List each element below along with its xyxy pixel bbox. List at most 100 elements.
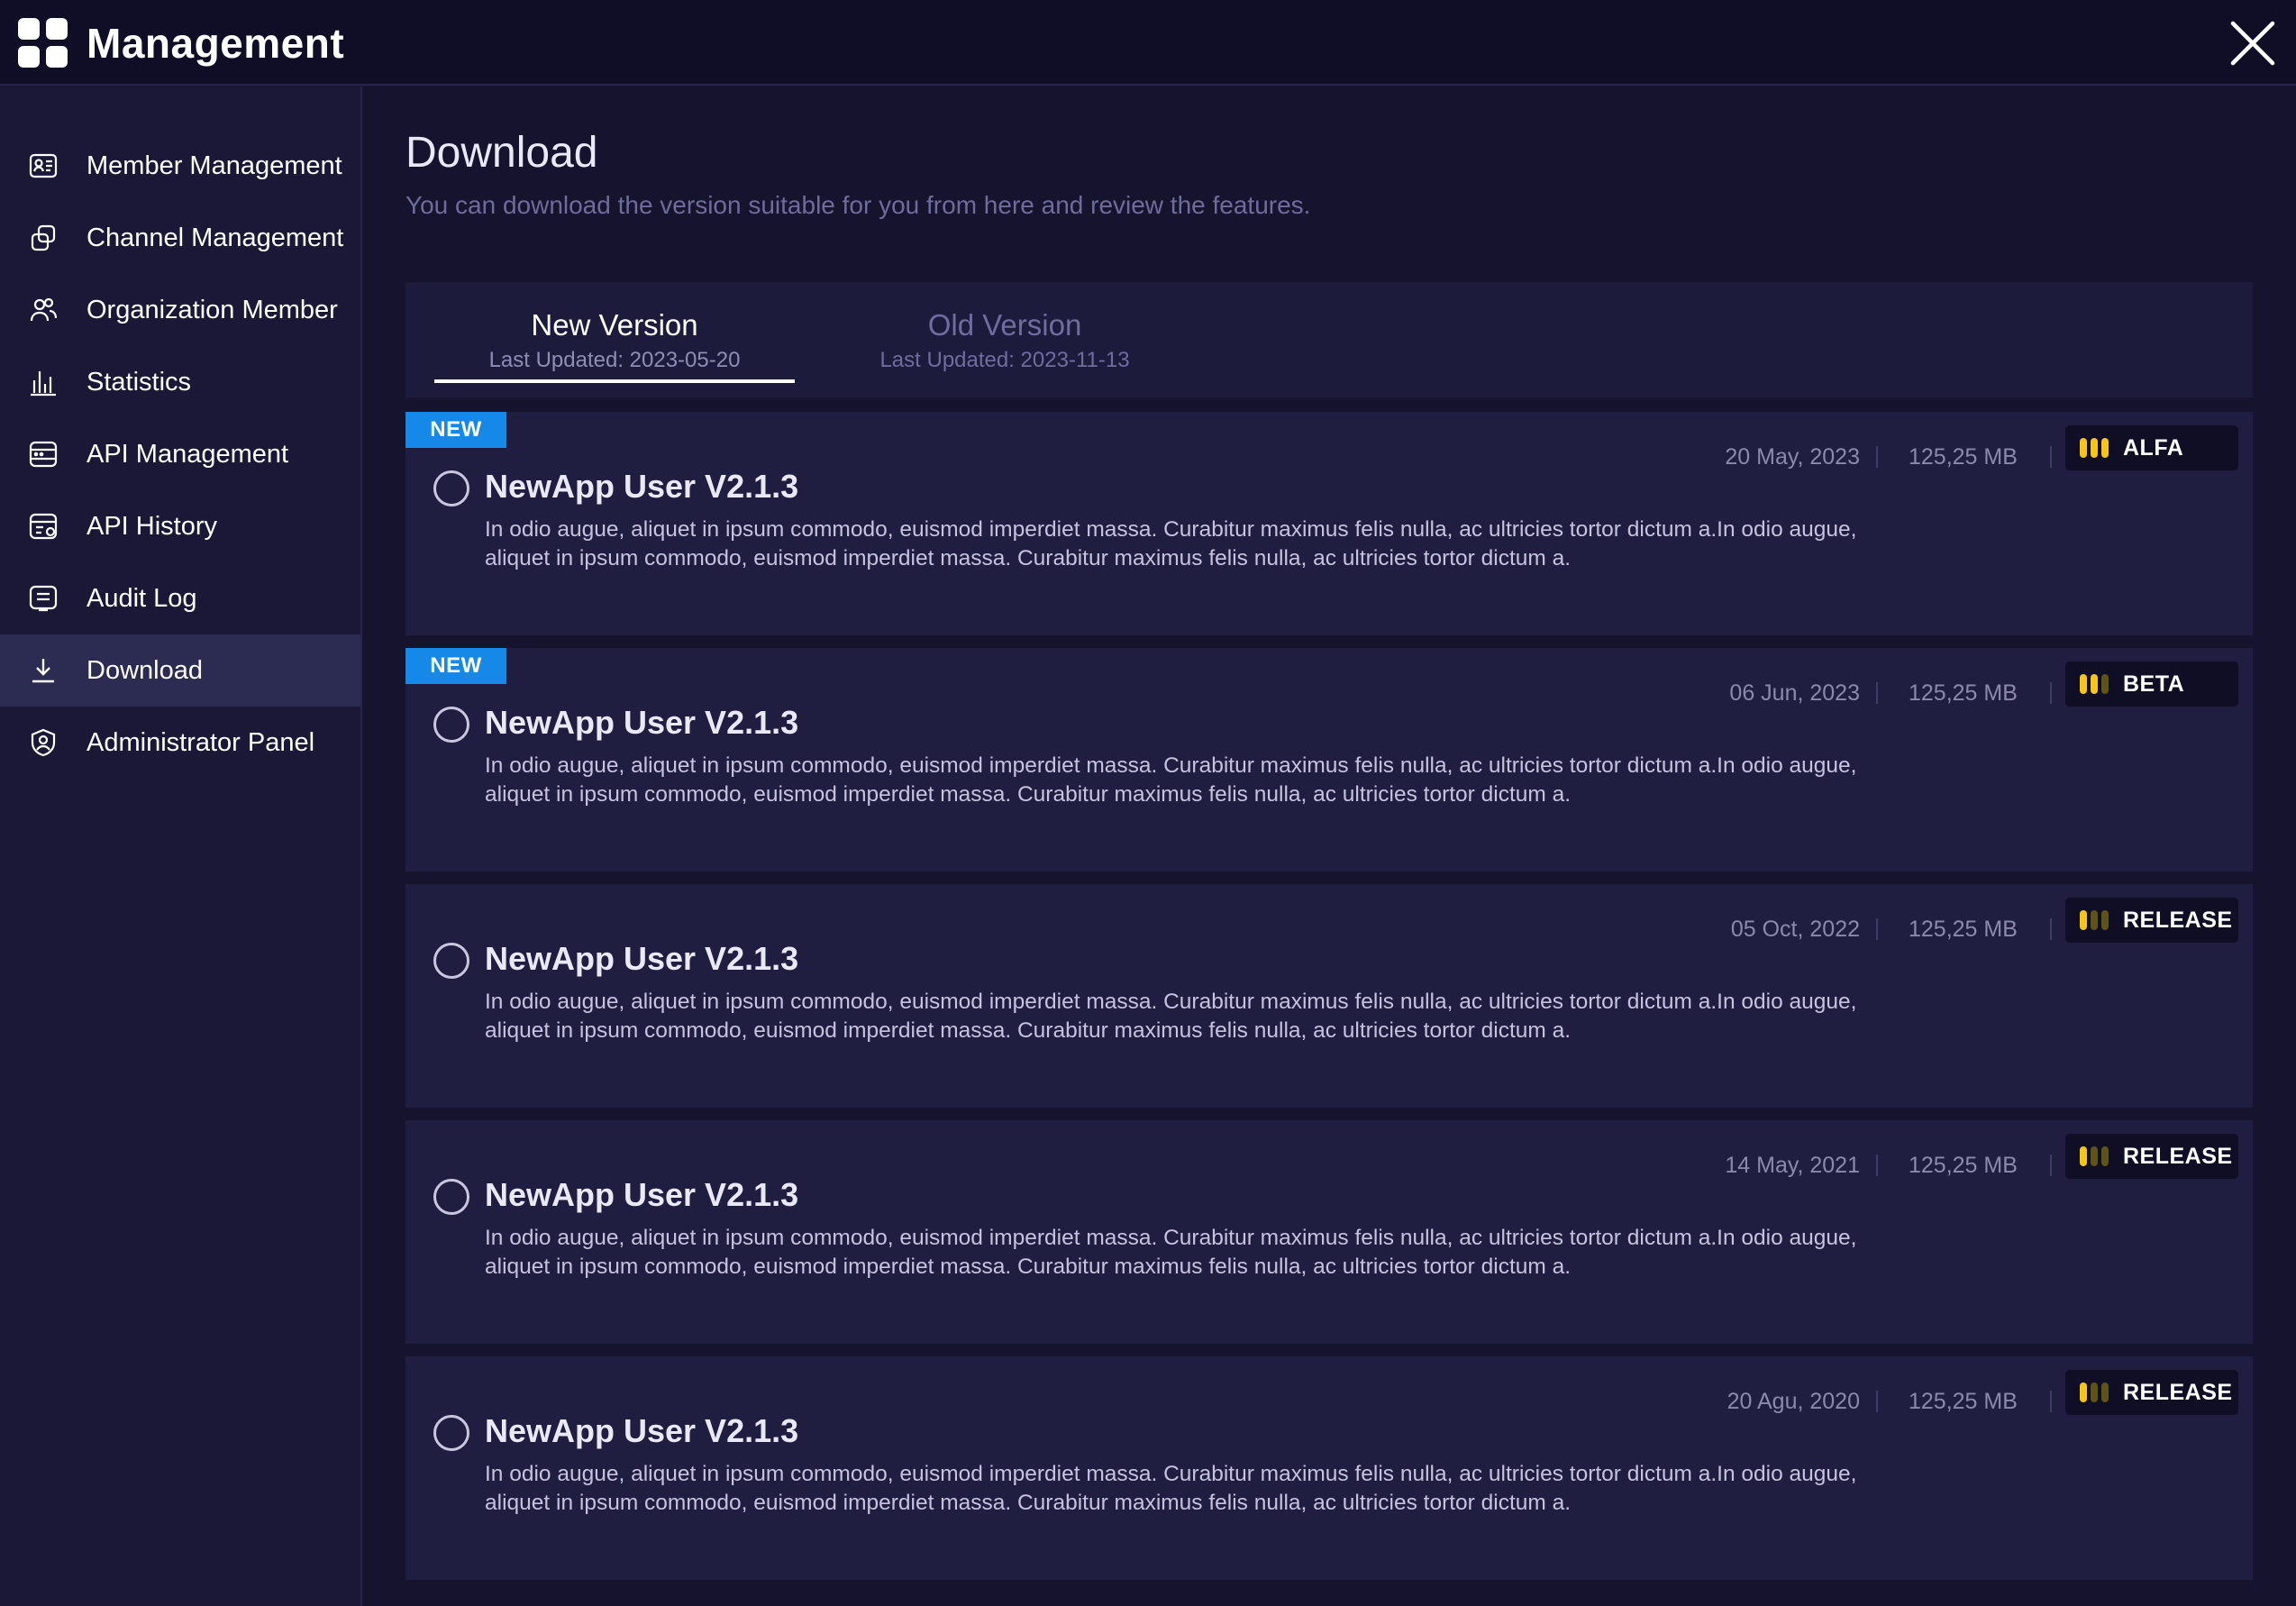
version-card: NewApp User V2.1.3 In odio augue, alique… — [405, 1356, 2253, 1580]
stability-level-icon — [2080, 1146, 2116, 1166]
divider — [2050, 446, 2052, 468]
sidebar: Member Management Channel Management Org… — [0, 87, 362, 1606]
active-tab-indicator — [434, 379, 795, 383]
version-title: NewApp User V2.1.3 — [485, 704, 799, 741]
version-card: NewApp User V2.1.3 In odio augue, alique… — [405, 1120, 2253, 1344]
sidebar-item-channel-management[interactable]: Channel Management — [0, 202, 360, 274]
divider — [2050, 1154, 2052, 1176]
version-description: In odio augue, aliquet in ipsum commodo,… — [485, 990, 1857, 1043]
sidebar-item-label: Audit Log — [87, 584, 197, 613]
divider — [1876, 1154, 1878, 1176]
version-description: In odio augue, aliquet in ipsum commodo,… — [485, 517, 1857, 570]
version-radio[interactable] — [433, 1179, 469, 1215]
release-type-label: RELEASE — [2123, 1144, 2233, 1169]
version-card: NewApp User V2.1.3 In odio augue, alique… — [405, 884, 2253, 1108]
stability-level-icon — [2080, 674, 2116, 694]
tab-label: New Version — [531, 308, 698, 342]
version-description: In odio augue, aliquet in ipsum commodo,… — [485, 1462, 1857, 1515]
version-title: NewApp User V2.1.3 — [485, 468, 799, 505]
api-icon — [27, 438, 59, 470]
id-card-icon — [27, 150, 59, 182]
bar-chart-icon — [27, 366, 59, 398]
version-date: 06 Jun, 2023 — [1729, 680, 1860, 706]
close-button[interactable] — [2229, 20, 2276, 67]
release-type-label: BETA — [2123, 671, 2185, 697]
version-title: NewApp User V2.1.3 — [485, 1412, 799, 1449]
app-title: Management — [87, 20, 345, 67]
stability-level-icon — [2080, 1382, 2116, 1402]
sidebar-item-download[interactable]: Download — [0, 634, 360, 707]
tab-date: Last Updated: 2023-05-20 — [488, 348, 741, 372]
sidebar-item-label: Statistics — [87, 368, 192, 397]
tab-old-version[interactable]: Old Version Last Updated: 2023-11-13 — [838, 282, 1171, 397]
log-icon — [27, 582, 59, 615]
version-size: 125,25 MB — [1909, 1389, 2018, 1414]
divider — [1876, 1391, 1878, 1412]
sidebar-item-label: Administrator Panel — [87, 728, 315, 757]
release-type-badge: ALFA — [2065, 425, 2238, 470]
release-type-label: RELEASE — [2123, 908, 2233, 933]
release-type-label: ALFA — [2123, 435, 2184, 461]
release-type-badge: RELEASE — [2065, 1370, 2238, 1415]
sidebar-item-member-management[interactable]: Member Management — [0, 130, 360, 202]
divider — [1876, 918, 1878, 940]
version-size: 125,25 MB — [1909, 1153, 2018, 1178]
tab-new-version[interactable]: New Version Last Updated: 2023-05-20 — [434, 282, 795, 397]
stability-level-icon — [2080, 910, 2116, 930]
divider — [1876, 446, 1878, 468]
version-description: In odio augue, aliquet in ipsum commodo,… — [485, 753, 1857, 807]
page-subtitle: You can download the version suitable fo… — [405, 191, 1311, 219]
version-size: 125,25 MB — [1909, 680, 2018, 706]
admin-icon — [27, 726, 59, 759]
version-size: 125,25 MB — [1909, 917, 2018, 942]
sidebar-item-api-management[interactable]: API Management — [0, 418, 360, 490]
tab-date: Last Updated: 2023-11-13 — [879, 348, 1130, 372]
divider — [2050, 1391, 2052, 1412]
sidebar-item-administrator-panel[interactable]: Administrator Panel — [0, 707, 360, 779]
version-tabs: New Version Last Updated: 2023-05-20 Old… — [405, 282, 2253, 397]
sidebar-item-api-history[interactable]: API History — [0, 490, 360, 562]
version-title: NewApp User V2.1.3 — [485, 940, 799, 977]
release-type-badge: RELEASE — [2065, 898, 2238, 943]
divider — [2050, 918, 2052, 940]
version-date: 14 May, 2021 — [1725, 1153, 1860, 1178]
sidebar-item-label: Organization Member — [87, 296, 338, 324]
download-icon — [27, 654, 59, 687]
version-radio[interactable] — [433, 1415, 469, 1451]
version-radio[interactable] — [433, 943, 469, 979]
close-icon — [2230, 21, 2275, 66]
divider — [2050, 682, 2052, 704]
sidebar-item-label: Member Management — [87, 151, 342, 180]
new-badge: NEW — [405, 412, 506, 448]
version-card: NEW NewApp User V2.1.3 In odio augue, al… — [405, 648, 2253, 871]
stability-level-icon — [2080, 438, 2116, 458]
title-bar: Management — [0, 0, 2296, 86]
sidebar-item-statistics[interactable]: Statistics — [0, 346, 360, 418]
version-card: NEW NewApp User V2.1.3 In odio augue, al… — [405, 412, 2253, 635]
version-radio[interactable] — [433, 470, 469, 506]
users-icon — [27, 294, 59, 326]
release-type-label: RELEASE — [2123, 1380, 2233, 1405]
api-history-icon — [27, 510, 59, 543]
version-date: 05 Oct, 2022 — [1730, 917, 1860, 942]
sidebar-item-label: API History — [87, 512, 218, 541]
sidebar-item-organization-member[interactable]: Organization Member — [0, 274, 360, 346]
page-title: Download — [405, 129, 598, 177]
sidebar-item-label: API Management — [87, 440, 289, 469]
grid-logo-icon — [18, 18, 68, 68]
link-icon — [27, 222, 59, 254]
tab-label: Old Version — [927, 308, 1082, 342]
release-type-badge: RELEASE — [2065, 1134, 2238, 1179]
divider — [1876, 682, 1878, 704]
sidebar-item-audit-log[interactable]: Audit Log — [0, 562, 360, 634]
sidebar-item-label: Channel Management — [87, 224, 344, 252]
sidebar-item-label: Download — [87, 656, 203, 685]
new-badge: NEW — [405, 648, 506, 684]
version-date: 20 Agu, 2020 — [1727, 1389, 1860, 1414]
version-title: NewApp User V2.1.3 — [485, 1176, 799, 1213]
release-type-badge: BETA — [2065, 662, 2238, 707]
version-radio[interactable] — [433, 707, 469, 743]
version-description: In odio augue, aliquet in ipsum commodo,… — [485, 1226, 1857, 1279]
version-date: 20 May, 2023 — [1725, 444, 1860, 470]
version-size: 125,25 MB — [1909, 444, 2018, 470]
